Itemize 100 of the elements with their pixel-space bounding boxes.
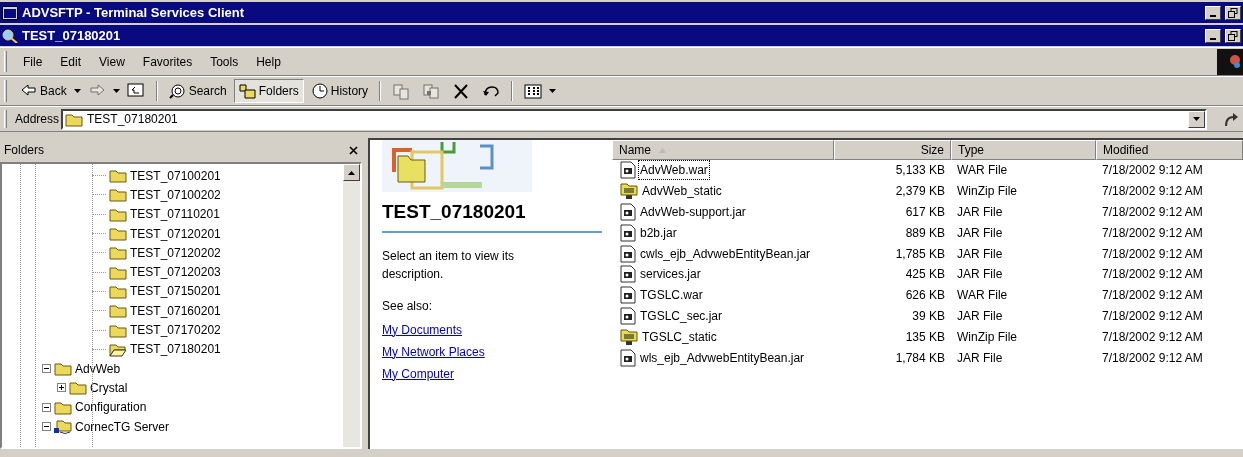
folder-icon [69, 380, 87, 396]
toolbar-button[interactable]: History [305, 79, 374, 103]
minimize-icon [1210, 14, 1216, 17]
table-cell-text: WAR File [956, 162, 1009, 180]
column-header[interactable]: Type [951, 140, 1096, 160]
menu-item[interactable]: Tools [202, 50, 247, 73]
file-name[interactable]: b2b.jar [638, 222, 679, 243]
tree-item[interactable]: AdvWeb [75, 359, 121, 378]
link[interactable]: My Documents [382, 320, 612, 339]
window-title: TEST_07180201 [22, 26, 122, 45]
dropdown-button[interactable] [1188, 110, 1205, 128]
table-cell-text: 2,379 KB [894, 183, 946, 201]
menu-item[interactable]: Edit [52, 50, 90, 73]
file-name[interactable]: AdvWeb.war [638, 160, 710, 181]
toolbar-button[interactable]: Back [15, 79, 72, 103]
tree-item[interactable]: TEST_07110201 [130, 205, 220, 224]
tree-item[interactable]: TEST_07120202 [130, 243, 221, 262]
table-cell-text: 7/18/2002 9:12 AM [1101, 183, 1204, 201]
restore-icon [1228, 30, 1238, 41]
link[interactable]: My Network Places [382, 342, 612, 361]
tree-item[interactable]: Configuration [75, 398, 147, 417]
logo-icon [1217, 48, 1243, 75]
go-arrow-icon[interactable] [1223, 111, 1239, 127]
close-icon[interactable] [349, 145, 358, 155]
zip-folder-icon [620, 327, 638, 346]
file-name[interactable]: AdvWeb-support.jar [638, 202, 748, 222]
tree-item[interactable]: CornecTG Server [75, 417, 170, 436]
caret-icon[interactable] [549, 89, 557, 93]
toolbar-button[interactable]: Search [163, 79, 232, 103]
table-cell-text: 617 KB [904, 204, 946, 221]
scrollbar[interactable] [343, 164, 360, 447]
folder-icon [109, 322, 127, 338]
folder-icon [109, 283, 127, 299]
menu-item[interactable]: Favorites [134, 50, 201, 73]
tree-item[interactable]: TEST_07100202 [130, 185, 221, 204]
file-name[interactable]: TGSLC.war [638, 285, 705, 306]
collapse-icon[interactable] [42, 422, 51, 431]
table-cell-text: JAR File [956, 349, 1004, 367]
table-cell-text: 7/18/2002 9:12 AM [1101, 266, 1204, 284]
window-title: ADVSFTP - Terminal Services Client [22, 3, 246, 22]
folder-icon [54, 361, 72, 377]
menu-item[interactable]: Help [248, 50, 289, 73]
archive-file-icon [620, 306, 636, 325]
file-name[interactable]: wls_ejb_AdvwebEntityBean.jar [638, 347, 807, 368]
column-header[interactable]: Size [834, 140, 951, 160]
table-cell-text: 7/18/2002 9:12 AM [1101, 204, 1204, 221]
tree-item[interactable]: TEST_07170202 [130, 321, 221, 339]
tree-item[interactable]: TEST_07180201 [130, 340, 221, 359]
minimize-button[interactable] [1205, 28, 1221, 43]
table-cell-text: 39 KB [911, 307, 946, 325]
table-cell-text: JAR File [956, 224, 1004, 242]
table-cell-text: JAR File [956, 307, 1004, 325]
zip-folder-icon [620, 182, 638, 201]
table-cell-text: 626 KB [904, 287, 946, 305]
collapse-icon[interactable] [42, 402, 51, 412]
table-cell-text: 7/18/2002 9:12 AM [1101, 162, 1204, 180]
folder-icon [109, 187, 127, 203]
table-cell-text: 7/18/2002 9:12 AM [1101, 328, 1204, 346]
file-name[interactable]: cwls_ejb_AdvwebEntityBean.jar [638, 243, 813, 264]
address-field[interactable]: TEST_07180201 [61, 108, 1207, 130]
collapse-icon[interactable] [42, 364, 51, 374]
table-cell-text: JAR File [956, 266, 1004, 284]
file-name[interactable]: TGSLC_sec.jar [638, 305, 725, 326]
copy-to-icon [422, 82, 441, 100]
tree-item[interactable]: TEST_07150201 [130, 282, 221, 301]
link[interactable]: My Computer [382, 364, 612, 383]
open-folder-icon [109, 341, 127, 357]
column-header[interactable]: Name [612, 140, 834, 160]
up-arrow-icon [348, 170, 355, 175]
expand-icon[interactable] [57, 383, 66, 393]
pane-title: Folders [4, 142, 44, 159]
table-cell-text: 7/18/2002 9:12 AM [1101, 245, 1204, 263]
tree-item[interactable]: TEST_07100201 [130, 166, 221, 185]
tree-item[interactable]: TEST_07120203 [130, 263, 221, 282]
restore-button[interactable] [1225, 28, 1241, 43]
minimize-button[interactable] [1205, 5, 1221, 20]
see-also-label: See also: [382, 297, 434, 315]
table-cell-text: 425 KB [904, 266, 946, 284]
archive-file-icon [620, 348, 636, 367]
tree-item[interactable]: TEST_07120201 [130, 224, 221, 243]
views-icon [524, 82, 543, 100]
magnifier-icon [2, 28, 18, 43]
tree-item[interactable]: TEST_07160201 [130, 301, 221, 320]
menu-item[interactable]: View [91, 50, 133, 73]
caret-icon[interactable] [73, 89, 81, 93]
file-name[interactable]: TGSLC_static [640, 326, 719, 347]
table-cell-text: 1,784 KB [894, 349, 946, 367]
restore-icon [1228, 7, 1238, 18]
table-cell-text: WAR File [956, 287, 1009, 305]
file-name[interactable]: services.jar [638, 264, 703, 285]
file-name[interactable]: AdvWeb_static [640, 181, 724, 202]
menu-item[interactable]: File [15, 50, 51, 73]
column-header[interactable]: Modified [1096, 140, 1243, 160]
toolbar-button[interactable]: Folders [233, 79, 304, 103]
restore-button[interactable] [1225, 5, 1241, 20]
tree-item[interactable]: Crystal [90, 378, 128, 397]
folders-icon [238, 82, 257, 100]
archive-file-icon [620, 203, 636, 221]
table-cell-text: JAR File [956, 245, 1004, 263]
table-cell-text: 889 KB [904, 224, 946, 242]
